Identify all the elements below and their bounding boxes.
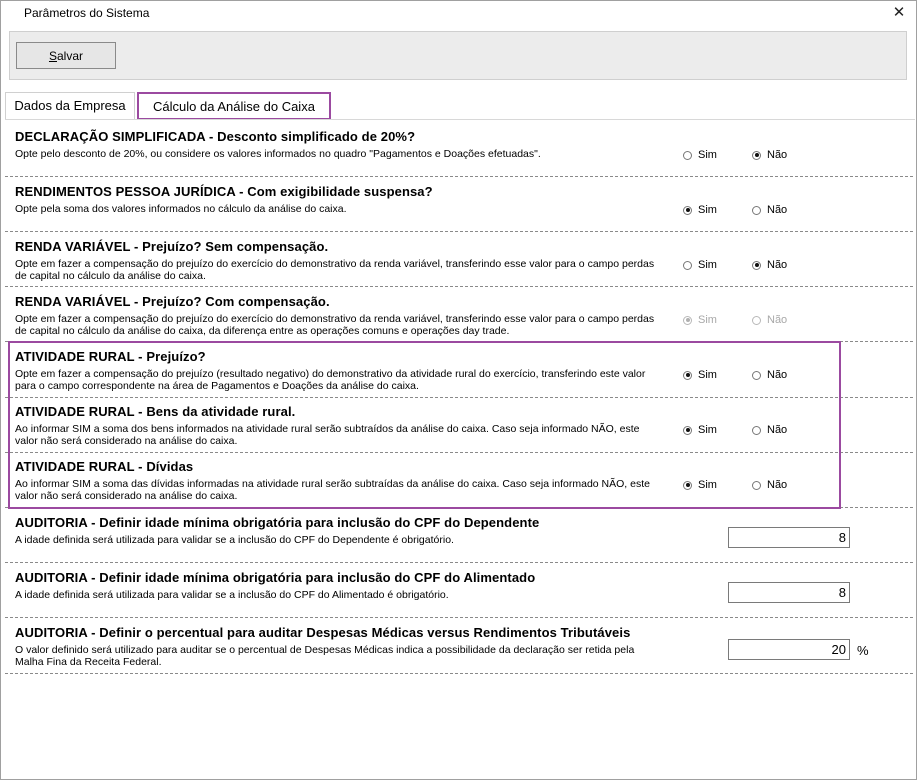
separator: [5, 507, 913, 508]
audit-title: AUDITORIA - Definir o percentual para au…: [15, 625, 631, 640]
radio-circle: [683, 315, 692, 325]
separator: [5, 286, 913, 287]
radio-nao[interactable]: Não: [752, 259, 787, 271]
tab-calculo-caixa[interactable]: Cálculo da Análise do Caixa: [137, 92, 331, 120]
audit-description: O valor definido será utilizado para aud…: [15, 644, 635, 668]
tab-divider: [5, 119, 915, 120]
radio-circle[interactable]: [752, 150, 761, 160]
radio-label: Não: [767, 424, 788, 436]
radio-label: Não: [767, 369, 788, 381]
option-title: ATIVIDADE RURAL - Bens da atividade rura…: [15, 404, 296, 419]
percentual-input[interactable]: 20: [728, 639, 850, 660]
radio-sim[interactable]: Sim: [683, 424, 717, 436]
separator: [5, 673, 913, 674]
radio-circle[interactable]: [683, 150, 692, 160]
option-description: Opte em fazer a compensação do prejuízo …: [15, 313, 655, 337]
separator: [5, 231, 913, 232]
option-description: Opte em fazer a compensação do prejuízo …: [15, 258, 655, 282]
radio-sim[interactable]: Sim: [683, 369, 717, 381]
option-title: DECLARAÇÃO SIMPLIFICADA - Desconto simpl…: [15, 129, 416, 144]
radio-circle[interactable]: [683, 370, 692, 380]
radio-sim[interactable]: Sim: [683, 149, 717, 161]
save-button-label: alvar: [57, 48, 84, 63]
radio-circle[interactable]: [752, 260, 761, 270]
radio-label: Não: [767, 149, 788, 161]
option-description: Ao informar SIM a soma dos bens informad…: [15, 423, 640, 447]
radio-nao[interactable]: Não: [752, 149, 787, 161]
option-title: RENDA VARIÁVEL - Prejuízo? Sem compensaç…: [15, 239, 329, 254]
radio-label: Não: [767, 314, 788, 326]
separator: [5, 176, 913, 177]
tab-dados-empresa[interactable]: Dados da Empresa: [5, 92, 135, 119]
radio-label: Sim: [698, 314, 717, 326]
audit-description: A idade definida será utilizada para val…: [15, 589, 449, 601]
radio-sim[interactable]: Sim: [683, 204, 717, 216]
toolbar: Salvar: [9, 31, 907, 80]
separator: [5, 397, 913, 398]
radio-circle[interactable]: [752, 205, 761, 215]
option-title: RENDIMENTOS PESSOA JURÍDICA - Com exigib…: [15, 184, 433, 199]
option-title: ATIVIDADE RURAL - Prejuízo?: [15, 349, 206, 364]
radio-circle[interactable]: [752, 370, 761, 380]
radio-nao: Não: [752, 314, 787, 326]
idade-dependente-input[interactable]: 8: [728, 527, 850, 548]
parametros-window: Parâmetros do Sistema ✕ Salvar Dados da …: [0, 0, 917, 780]
radio-sim[interactable]: Sim: [683, 479, 717, 491]
window-title: Parâmetros do Sistema: [24, 6, 150, 20]
title-bar: Parâmetros do Sistema ✕: [1, 1, 916, 27]
option-description: Opte pelo desconto de 20%, ou considere …: [15, 148, 541, 160]
option-description: Ao informar SIM a soma das dívidas infor…: [15, 478, 650, 502]
tab-strip: Dados da Empresa Cálculo da Análise do C…: [5, 92, 915, 120]
separator: [5, 452, 913, 453]
radio-sim: Sim: [683, 314, 717, 326]
close-icon[interactable]: ✕: [888, 3, 910, 23]
save-button[interactable]: Salvar: [16, 42, 116, 69]
option-description: Opte pela soma dos valores informados no…: [15, 203, 347, 215]
radio-label: Não: [767, 479, 788, 491]
option-title: RENDA VARIÁVEL - Prejuízo? Com compensaç…: [15, 294, 330, 309]
separator: [5, 617, 913, 618]
idade-alimentado-input[interactable]: 8: [728, 582, 850, 603]
radio-circle[interactable]: [683, 260, 692, 270]
radio-sim[interactable]: Sim: [683, 259, 717, 271]
radio-circle[interactable]: [683, 425, 692, 435]
radio-nao[interactable]: Não: [752, 479, 787, 491]
radio-label: Sim: [698, 479, 717, 491]
percent-suffix: %: [857, 643, 869, 658]
audit-description: A idade definida será utilizada para val…: [15, 534, 454, 546]
radio-nao[interactable]: Não: [752, 204, 787, 216]
radio-label: Sim: [698, 204, 717, 216]
radio-nao[interactable]: Não: [752, 369, 787, 381]
radio-circle[interactable]: [752, 480, 761, 490]
radio-label: Não: [767, 204, 788, 216]
radio-label: Sim: [698, 369, 717, 381]
option-description: Opte em fazer a compensação do prejuízo …: [15, 368, 646, 392]
radio-label: Sim: [698, 149, 717, 161]
radio-label: Sim: [698, 259, 717, 271]
radio-circle[interactable]: [752, 425, 761, 435]
separator: [5, 341, 913, 342]
option-title: ATIVIDADE RURAL - Dívidas: [15, 459, 194, 474]
separator: [5, 562, 913, 563]
radio-circle: [752, 315, 761, 325]
radio-label: Sim: [698, 424, 717, 436]
radio-circle[interactable]: [683, 480, 692, 490]
radio-nao[interactable]: Não: [752, 424, 787, 436]
save-button-mnemonic: S: [48, 48, 57, 63]
radio-circle[interactable]: [683, 205, 692, 215]
radio-label: Não: [767, 259, 788, 271]
